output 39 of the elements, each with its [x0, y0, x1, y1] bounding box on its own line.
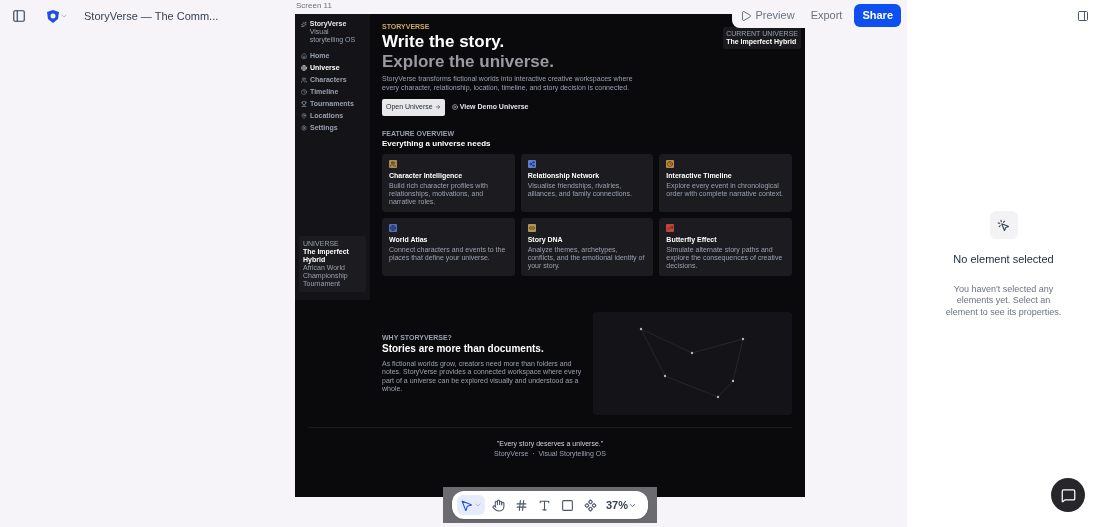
frame-tool-icon [515, 498, 528, 512]
frame-label: Screen 11 [296, 0, 332, 12]
nav-icon [301, 101, 307, 107]
chat-icon [1060, 487, 1076, 503]
sparkle-icon [301, 21, 307, 28]
export-button[interactable]: Export [806, 7, 847, 24]
sidebar-toggle-icon[interactable] [12, 9, 26, 23]
empty-state-description: You haven't selected any elements yet. Select an element to see its properties. [944, 283, 1063, 318]
features-title: Everything a universe needs [382, 139, 492, 148]
play-icon [451, 104, 458, 111]
document-title: StoryVerse — The Comm... [84, 8, 219, 24]
nav-icon [301, 77, 307, 83]
chevron-down-icon [474, 501, 482, 509]
nav-icon [301, 113, 307, 119]
nav-icon [301, 65, 307, 71]
arrow-icon [434, 104, 441, 111]
shield-logo-icon [46, 9, 60, 23]
pointer-tool-icon [460, 498, 473, 512]
hero-title: Write the story. [382, 32, 506, 52]
rect-tool-icon [561, 498, 574, 512]
chevron-down-icon [60, 12, 68, 20]
component-tool-icon [584, 498, 597, 512]
hand-tool-icon [492, 498, 505, 512]
nav-icon [301, 53, 307, 59]
panel-toggle-icon[interactable] [1077, 10, 1089, 22]
play-icon [739, 9, 752, 22]
logo-menu[interactable] [46, 9, 68, 23]
text-tool-icon [538, 498, 551, 512]
empty-state-title: No element selected [953, 252, 1054, 267]
preview-button[interactable]: Preview [735, 7, 799, 24]
why-title: Stories are more than documents. [382, 343, 545, 354]
zoom-control[interactable]: 37% [606, 496, 638, 514]
cursor-click-icon [989, 211, 1018, 239]
pointer-tool[interactable] [457, 495, 485, 515]
share-button[interactable]: Share [854, 4, 901, 27]
nav-icon [301, 125, 307, 131]
nav-icon [301, 89, 307, 95]
hero-subtitle: Explore the universe. [382, 52, 555, 72]
chat-button[interactable] [1051, 478, 1085, 512]
